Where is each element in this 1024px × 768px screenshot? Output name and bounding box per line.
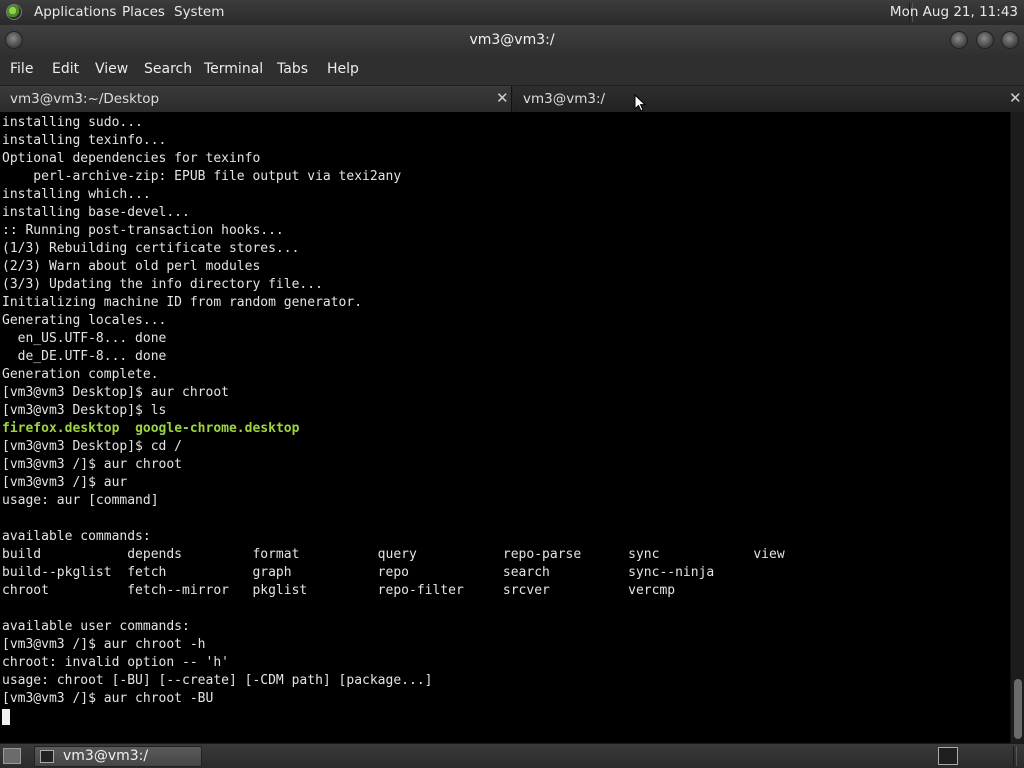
terminal-line: Optional dependencies for texinfo [2,151,261,166]
terminal-line: available commands: [2,529,151,544]
terminal-line: installing base-devel... [2,205,190,220]
terminal-line: en_US.UTF-8... done [2,331,167,346]
terminal-line: :: Running post-transaction hooks... [2,223,284,238]
tab-root[interactable]: vm3@vm3:/ ✕ [513,86,1024,112]
terminal-line: chroot: invalid option -- 'h' [2,655,229,670]
terminal-icon[interactable] [938,747,958,765]
places-menu[interactable]: Places [122,0,165,25]
menu-terminal[interactable]: Terminal [204,55,263,84]
menu-search[interactable]: Search [144,55,192,84]
text-cursor [2,709,10,725]
taskbar-window-button[interactable]: vm3@vm3:/ [34,746,202,767]
system-menu[interactable]: System [174,0,224,25]
terminal-line: [vm3@vm3 Desktop]$ ls [2,403,167,418]
mate-logo-icon[interactable] [6,4,22,20]
applications-menu[interactable]: Applications [34,0,116,25]
terminal-line: chroot fetch--mirror pkglist repo-filter… [2,583,676,598]
terminal-line: available user commands: [2,619,190,634]
terminal-line: [vm3@vm3 /]$ aur [2,475,128,490]
terminal-line: Generation complete. [2,367,159,382]
terminal-output[interactable]: installing sudo... installing texinfo... O… [0,112,1010,743]
window-title: vm3@vm3:/ [469,32,555,48]
terminal-line: build depends format query repo-parse sy… [2,547,785,562]
menu-view[interactable]: View [95,55,128,84]
terminal-line: perl-archive-zip: EPUB file output via t… [2,169,402,184]
window-titlebar[interactable]: vm3@vm3:/ [0,25,1024,56]
minimize-button[interactable] [950,31,968,49]
scrollbar-thumb[interactable] [1014,679,1022,739]
menubar: File Edit View Search Terminal Tabs Help [0,55,1024,86]
terminal-line: usage: aur [command] [2,493,159,508]
close-icon[interactable]: ✕ [1009,86,1022,110]
terminal-line: usage: chroot [-BU] [--create] [-CDM pat… [2,673,433,688]
taskbar-window-label: vm3@vm3:/ [63,748,149,764]
terminal-icon [40,750,54,763]
terminal-line: [vm3@vm3 Desktop]$ aur chroot [2,385,229,400]
menu-tabs[interactable]: Tabs [277,55,308,84]
ls-file-entry: firefox.desktop [2,421,120,436]
show-desktop-icon[interactable] [3,748,21,764]
terminal-line: [vm3@vm3 Desktop]$ cd / [2,439,183,454]
terminal-line: Initializing machine ID from random gene… [2,295,363,310]
terminal-line: installing which... [2,187,151,202]
tab-label: vm3@vm3:/ [523,91,606,107]
close-icon[interactable]: ✕ [496,86,509,110]
ls-file-entry: google-chrome.desktop [135,421,300,436]
clock[interactable]: Mon Aug 21, 11:43 [890,0,1018,25]
menu-file[interactable]: File [10,55,33,84]
terminal-line: installing sudo... [2,115,143,130]
close-window-button[interactable] [1001,31,1019,49]
panel-separator [1013,746,1017,766]
tab-label: vm3@vm3:~/Desktop [10,91,160,107]
tab-desktop[interactable]: vm3@vm3:~/Desktop ✕ [0,86,512,112]
menu-edit[interactable]: Edit [52,55,79,84]
terminal-line: (3/3) Updating the info directory file..… [2,277,323,292]
top-panel: Applications Places System Mon Aug 21, 1… [0,0,1024,26]
terminal-line: build--pkglist fetch graph repo search s… [2,565,715,580]
terminal-line: Generating locales... [2,313,167,328]
bottom-panel: vm3@vm3:/ [0,743,1024,768]
terminal-scrollbar[interactable] [1010,112,1024,743]
terminal-line: (1/3) Rebuilding certificate stores... [2,241,300,256]
maximize-button[interactable] [976,31,994,49]
terminal-line: [vm3@vm3 /]$ aur chroot -BU [2,691,214,706]
terminal-line: firefox.desktop google-chrome.desktop [2,420,299,438]
terminal-line: de_DE.UTF-8... done [2,349,167,364]
terminal-line: (2/3) Warn about old perl modules [2,259,261,274]
menu-help[interactable]: Help [327,55,359,84]
tab-bar: vm3@vm3:~/Desktop ✕ vm3@vm3:/ ✕ [0,86,1024,112]
mouse-pointer-icon [634,94,646,112]
terminal-line: [vm3@vm3 /]$ aur chroot [2,457,183,472]
terminal-line: installing texinfo... [2,133,167,148]
terminal-line: [vm3@vm3 /]$ aur chroot -h [2,637,206,652]
